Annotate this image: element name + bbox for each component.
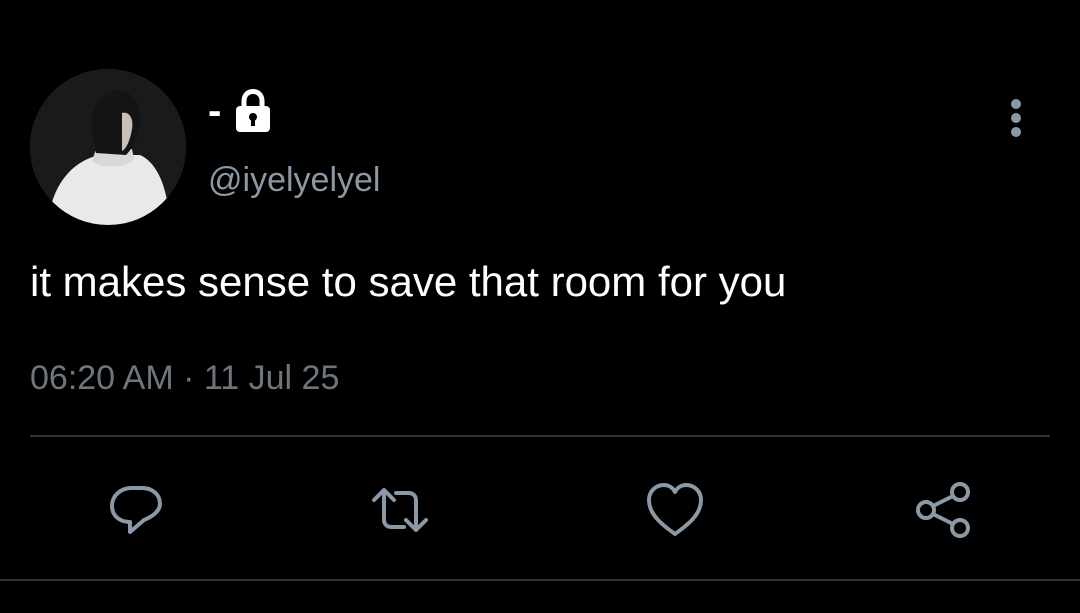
tweet-text: it makes sense to save that room for you (30, 258, 787, 305)
avatar[interactable] (30, 69, 186, 225)
divider (30, 435, 1050, 437)
reply-button[interactable] (104, 478, 168, 542)
tweet-timestamp: 06:20 AM · 11 Jul 25 (30, 355, 339, 401)
tweet-card: - @iyelyelyel it makes sense to save tha… (0, 0, 1080, 613)
like-button[interactable] (643, 478, 707, 542)
display-name[interactable]: - (208, 88, 221, 134)
retweet-button[interactable] (368, 478, 432, 542)
more-vertical-icon[interactable] (996, 96, 1036, 144)
tweet-date[interactable]: 11 Jul 25 (204, 359, 339, 397)
user-handle[interactable]: @iyelyelyel (208, 158, 380, 202)
name-row: - (208, 88, 273, 134)
meta-separator: · (183, 359, 195, 397)
tweet-time[interactable]: 06:20 AM (30, 359, 174, 397)
share-button[interactable] (912, 478, 976, 542)
lock-icon (233, 88, 273, 134)
share-icon (916, 482, 970, 538)
retweet-icon (372, 488, 428, 532)
avatar-image (30, 69, 186, 225)
heart-icon (647, 483, 703, 536)
reply-icon (110, 486, 162, 534)
divider (0, 579, 1080, 581)
